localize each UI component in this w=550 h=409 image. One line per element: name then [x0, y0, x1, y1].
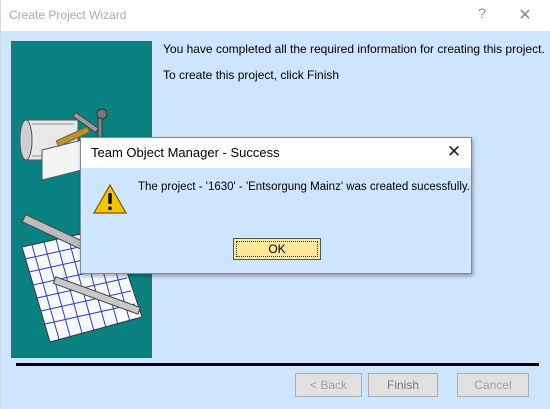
finish-button[interactable]: Finish: [368, 373, 438, 397]
finish-instruction: To create this project, click Finish: [163, 68, 340, 82]
dialog-titlebar: Team Object Manager - Success ✕: [81, 138, 471, 168]
help-button[interactable]: ?: [473, 5, 491, 25]
wizard-titlebar: Create Project Wizard ? ✕: [1, 0, 550, 31]
wizard-title: Create Project Wizard: [9, 8, 127, 22]
dialog-title: Team Object Manager - Success: [91, 145, 280, 160]
back-button[interactable]: < Back: [295, 373, 362, 397]
wizard-window: Create Project Wizard ? ✕ You have compl…: [0, 0, 550, 409]
cancel-button[interactable]: Cancel: [457, 373, 529, 397]
close-button[interactable]: ✕: [515, 5, 535, 25]
success-dialog: Team Object Manager - Success ✕ The proj…: [80, 137, 472, 274]
footer-separator: [16, 363, 539, 366]
ok-button[interactable]: OK: [233, 238, 321, 260]
warning-icon: [93, 184, 127, 214]
completion-message: You have completed all the required info…: [163, 42, 545, 56]
dialog-message: The project - '1630' - 'Entsorgung Mainz…: [138, 181, 471, 193]
dialog-close-button[interactable]: ✕: [443, 142, 465, 164]
